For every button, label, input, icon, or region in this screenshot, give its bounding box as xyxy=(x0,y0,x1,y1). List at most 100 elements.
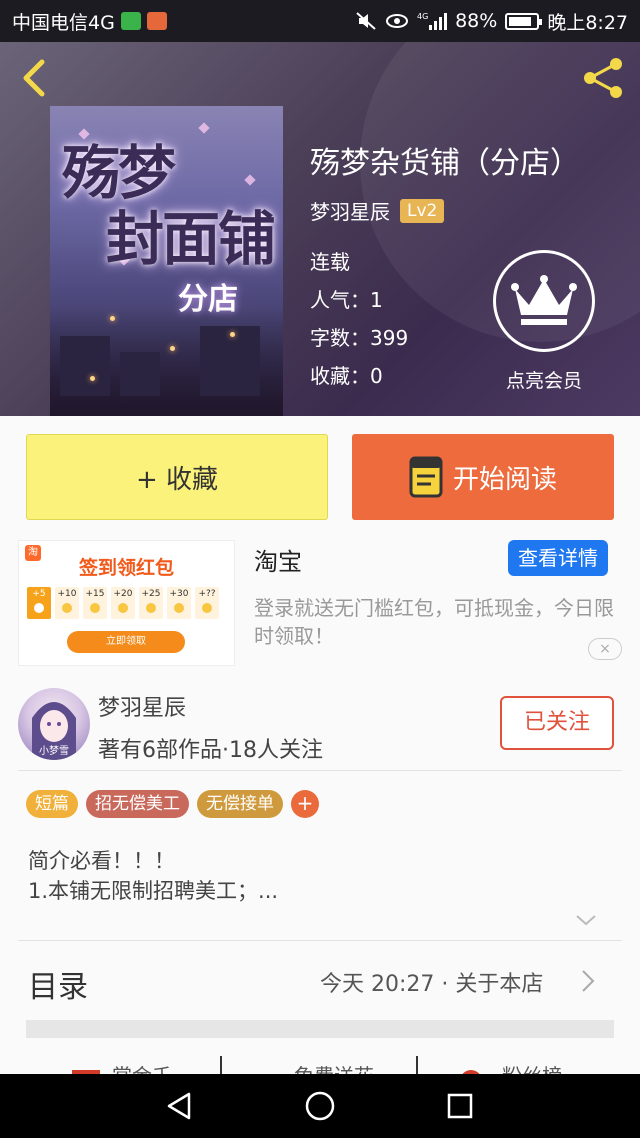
coin-icon xyxy=(174,603,184,613)
ad-step: +10 xyxy=(55,587,79,619)
author-row: 梦羽星辰 Lv2 xyxy=(310,196,445,225)
ad-claim-button[interactable]: 立即领取 xyxy=(67,631,185,653)
cover-sparkle xyxy=(198,122,210,134)
cover-lamp xyxy=(90,376,95,381)
expand-intro-button[interactable] xyxy=(574,910,598,930)
book-intro: 简介必看！！！ 1.本铺无限制招聘美工；... xyxy=(28,846,278,906)
follow-button[interactable]: 已关注 xyxy=(500,696,614,750)
chevron-down-icon xyxy=(576,915,596,926)
start-reading-label: 开始阅读 xyxy=(452,464,557,495)
ad-close-icon[interactable]: × xyxy=(588,638,622,660)
eye-icon xyxy=(386,14,409,28)
back-button[interactable] xyxy=(14,56,54,100)
book-detail-screen: 中国电信4G 4G 88% 晚上8:27 殇梦 封面铺 分店 殇梦杂货铺（分店）… xyxy=(0,0,640,1138)
author-card-name[interactable]: 梦羽星辰 xyxy=(98,690,186,722)
status-right: 4G 88% 晚上8:27 xyxy=(355,8,628,35)
cover-lamp xyxy=(170,346,175,351)
ad-step: +15 xyxy=(83,587,107,619)
ad-step-label: +5 xyxy=(32,589,46,599)
cover-lamp xyxy=(110,316,115,321)
ad-detail-button[interactable]: 查看详情 xyxy=(508,540,608,576)
ad-banner-headline: 签到领红包 xyxy=(78,557,174,579)
author-name[interactable]: 梦羽星辰 xyxy=(310,196,390,225)
intro-line-2: 1.本铺无限制招聘美工；... xyxy=(28,879,279,903)
divider xyxy=(18,770,622,771)
cover-house xyxy=(60,336,110,396)
circle-home-icon xyxy=(305,1091,335,1121)
status-left: 中国电信4G xyxy=(12,8,167,35)
square-recents-icon xyxy=(447,1093,473,1119)
cover-title: 殇梦 封面铺 xyxy=(62,139,276,272)
ad-checkin-steps: +5 +10 +15 +20 +25 +30 +?? xyxy=(27,587,219,619)
tag-item[interactable]: 招无偿美工 xyxy=(86,790,189,818)
intro-line-1: 简介必看！！！ xyxy=(28,849,175,873)
ad-step-label: +?? xyxy=(198,589,216,599)
avatar-caption: 小梦雪 xyxy=(39,745,69,757)
popularity: 人气：1 xyxy=(310,288,383,312)
tag-item[interactable]: 无偿接单 xyxy=(197,790,283,818)
ad-step-label: +10 xyxy=(57,589,77,599)
nav-home-button[interactable] xyxy=(300,1086,340,1126)
system-nav-bar xyxy=(0,1074,640,1138)
svg-text:4G: 4G xyxy=(417,12,428,21)
triangle-back-icon xyxy=(167,1092,191,1120)
ad-title: 淘宝 xyxy=(254,548,302,576)
vip-label: 点亮会员 xyxy=(505,370,582,392)
coin-icon xyxy=(118,603,128,613)
avatar-illustration: 小梦雪 xyxy=(32,702,76,760)
cover-title-line1: 殇梦 xyxy=(62,139,176,207)
check-icon xyxy=(34,603,44,613)
coin-icon xyxy=(146,603,156,613)
cover-sparkle xyxy=(78,128,90,140)
book-cover[interactable]: 殇梦 封面铺 分店 xyxy=(50,106,283,416)
coin-icon xyxy=(202,603,212,613)
ad-step-label: +15 xyxy=(85,589,105,599)
ad-step-label: +30 xyxy=(169,589,189,599)
cover-house xyxy=(120,352,160,396)
nav-back-button[interactable] xyxy=(160,1086,200,1126)
ad-banner-image[interactable]: 淘 签到领红包 +5 +10 +15 +20 +25 +30 +?? 立即领取 xyxy=(18,540,235,666)
author-card-stats: 著有6部作品·18人关注 xyxy=(98,738,323,763)
author-avatar[interactable]: 小梦雪 xyxy=(18,688,90,760)
divider xyxy=(18,940,622,941)
ad-step-label: +25 xyxy=(141,589,161,599)
signal-icon: 4G xyxy=(417,12,448,30)
toc-label[interactable]: 目录 xyxy=(28,962,88,1006)
crown-icon xyxy=(511,275,577,325)
tab-separator xyxy=(220,1056,222,1076)
word-count: 字数：399 xyxy=(310,326,409,350)
bottom-tab-strip: 赏金千 免费送花 粉丝榜 xyxy=(0,1056,640,1076)
vip-button[interactable] xyxy=(493,250,595,352)
cover-lamp xyxy=(230,332,235,337)
section-gap xyxy=(26,1020,614,1038)
favorites-count: 收藏：0 xyxy=(310,364,383,388)
toc-meta[interactable]: 今天 20:27 · 关于本店 xyxy=(320,966,543,998)
ad-step-label: +20 xyxy=(113,589,133,599)
start-reading-button[interactable]: 开始阅读 xyxy=(352,434,614,520)
add-tag-button[interactable]: + xyxy=(291,790,319,818)
level-badge: Lv2 xyxy=(400,198,445,223)
battery-icon xyxy=(505,12,543,30)
share-button[interactable] xyxy=(580,56,628,100)
clock: 晚上8:27 xyxy=(547,11,628,34)
chevron-right-icon[interactable] xyxy=(580,968,596,994)
collect-button[interactable]: + 收藏 xyxy=(26,434,328,520)
ad-step: +20 xyxy=(111,587,135,619)
serial-status: 连载 xyxy=(310,250,350,274)
book-title: 殇梦杂货铺（分店） xyxy=(310,146,580,181)
mute-icon xyxy=(356,12,376,30)
share-icon xyxy=(584,58,622,98)
collect-label: + 收藏 xyxy=(135,464,219,495)
ad-step: +?? xyxy=(195,587,219,619)
coin-icon xyxy=(90,603,100,613)
tag-list: 短篇 招无偿美工 无偿接单 + xyxy=(26,790,319,818)
battery-percent: 88% xyxy=(455,10,498,32)
book-header: 殇梦 封面铺 分店 殇梦杂货铺（分店） 梦羽星辰 Lv2 连载 人气：1 字数：… xyxy=(0,42,640,416)
iqiyi-icon xyxy=(120,12,141,30)
book-icon xyxy=(409,456,443,498)
ad-description: 登录就送无门槛红包，可抵现金，今日限时领取！ xyxy=(254,596,614,648)
nav-recents-button[interactable] xyxy=(440,1086,480,1126)
ad-step: +5 xyxy=(27,587,51,619)
tag-item[interactable]: 短篇 xyxy=(26,790,78,818)
tab-separator xyxy=(416,1056,418,1076)
